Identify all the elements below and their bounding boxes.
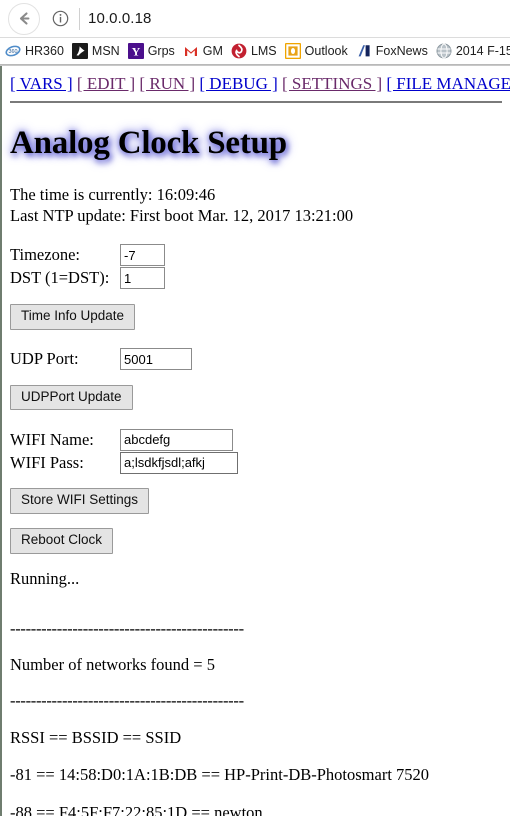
nav-link-settings[interactable]: [ SETTINGS ]: [282, 74, 382, 93]
page-content: [ VARS ] [ EDIT ] [ RUN ] [ DEBUG ] [ SE…: [2, 66, 510, 816]
scan-table-header: RSSI == BSSID == SSID: [10, 727, 182, 747]
bookmark-hr360[interactable]: 360 HR360: [5, 43, 64, 59]
udp-port-input[interactable]: [120, 348, 192, 371]
store-wifi-settings-button[interactable]: Store WIFI Settings: [10, 488, 150, 515]
reboot-clock-button[interactable]: Reboot Clock: [10, 528, 114, 555]
nav-divider: [10, 100, 502, 103]
nav-link-file-manager[interactable]: [ FILE MANAGER ]: [386, 74, 510, 93]
bookmark-label: Outlook: [304, 44, 348, 58]
bookmark-foxnews[interactable]: FoxNews: [355, 43, 428, 59]
network-row: -81 == 14:58:D0:1A:1B:DB == HP-Print-DB-…: [10, 765, 430, 785]
site-info-icon[interactable]: [47, 6, 73, 32]
udp-port-row: UDP Port:: [10, 348, 502, 371]
bookmark-label: GM: [202, 44, 223, 58]
current-time-text: The time is currently: 16:09:46: [10, 184, 216, 204]
networks-found-text: Number of networks found = 5: [10, 655, 215, 675]
foxnews-favicon: [355, 43, 372, 59]
udp-port-label: UDP Port:: [10, 349, 79, 369]
network-row: -88 == F4:5F:F7:22:85:1D == newton: [10, 802, 263, 816]
dst-input[interactable]: [120, 267, 165, 290]
bookmark-label: FoxNews: [375, 44, 428, 58]
timezone-label: Timezone:: [10, 245, 80, 265]
hr360-favicon: 360: [5, 43, 21, 59]
bookmark-outlook[interactable]: Outlook: [284, 43, 348, 59]
bookmark-label: 2014 F-150: [455, 44, 510, 58]
status-text: Running...: [10, 569, 80, 589]
msn-favicon: [71, 43, 88, 59]
browser-toolbar: 10.0.0.18: [0, 0, 510, 38]
wifi-name-row: WIFI Name:: [10, 428, 502, 451]
svg-text:360: 360: [9, 49, 18, 55]
bookmark-label: LMS: [250, 44, 277, 58]
last-ntp-update-text: Last NTP update: First boot Mar. 12, 201…: [10, 205, 354, 225]
address-bar-input[interactable]: 10.0.0.18: [88, 10, 151, 27]
nav-link-edit[interactable]: [ EDIT ]: [77, 74, 135, 93]
page-title: Analog Clock Setup: [10, 124, 287, 161]
bookmark-grps[interactable]: Y Grps: [127, 43, 175, 59]
app-nav: [ VARS ] [ EDIT ] [ RUN ] [ DEBUG ] [ SE…: [10, 74, 510, 94]
yahoo-favicon: Y: [127, 43, 144, 59]
divider-bottom: ----------------------------------------…: [10, 691, 244, 710]
back-button[interactable]: [8, 2, 40, 35]
timezone-input[interactable]: [120, 244, 165, 267]
wifi-pass-row: WIFI Pass:: [10, 451, 502, 474]
wifi-pass-input[interactable]: [120, 451, 238, 474]
nav-link-debug[interactable]: [ DEBUG ]: [199, 74, 277, 93]
wifi-pass-label: WIFI Pass:: [10, 452, 84, 472]
timezone-row: Timezone:: [10, 244, 502, 267]
divider-top: ----------------------------------------…: [10, 618, 244, 638]
bookmark-lms[interactable]: LMS: [231, 43, 277, 59]
bookmarks-bar: 360 HR360 MSN Y Grps GM LMS Outlook FoxN…: [0, 38, 510, 65]
svg-text:Y: Y: [131, 44, 140, 58]
dst-row: DST (1=DST):: [10, 267, 502, 290]
wifi-name-label: WIFI Name:: [10, 429, 94, 449]
nav-link-run[interactable]: [ RUN ]: [139, 74, 195, 93]
wifi-settings-form: WIFI Name: WIFI Pass:: [10, 428, 502, 474]
address-divider: [79, 7, 80, 30]
outlook-favicon: [284, 43, 301, 59]
bookmark-label: MSN: [91, 44, 120, 58]
bookmark-label: HR360: [25, 44, 64, 58]
nav-link-vars[interactable]: [ VARS ]: [10, 74, 73, 93]
bookmark-gm[interactable]: GM: [182, 43, 223, 59]
browser-chrome: 10.0.0.18 360 HR360 MSN Y Grps GM LMS Ou…: [0, 0, 510, 66]
bookmark-label: Grps: [147, 44, 175, 58]
wifi-name-input[interactable]: [120, 428, 233, 451]
gmail-favicon: [182, 43, 199, 59]
dst-label: DST (1=DST):: [10, 268, 110, 288]
bookmark-msn[interactable]: MSN: [71, 43, 120, 59]
globe-favicon: [436, 43, 452, 59]
time-info-update-button[interactable]: Time Info Update: [10, 303, 136, 330]
page-viewport: [ VARS ] [ EDIT ] [ RUN ] [ DEBUG ] [ SE…: [0, 66, 510, 816]
time-settings-form: Timezone: DST (1=DST):: [10, 244, 502, 290]
bookmark-2014-f-150[interactable]: 2014 F-150: [436, 43, 510, 59]
lms-favicon: [231, 43, 247, 59]
udp-port-update-button[interactable]: UDPPort Update: [10, 384, 133, 411]
